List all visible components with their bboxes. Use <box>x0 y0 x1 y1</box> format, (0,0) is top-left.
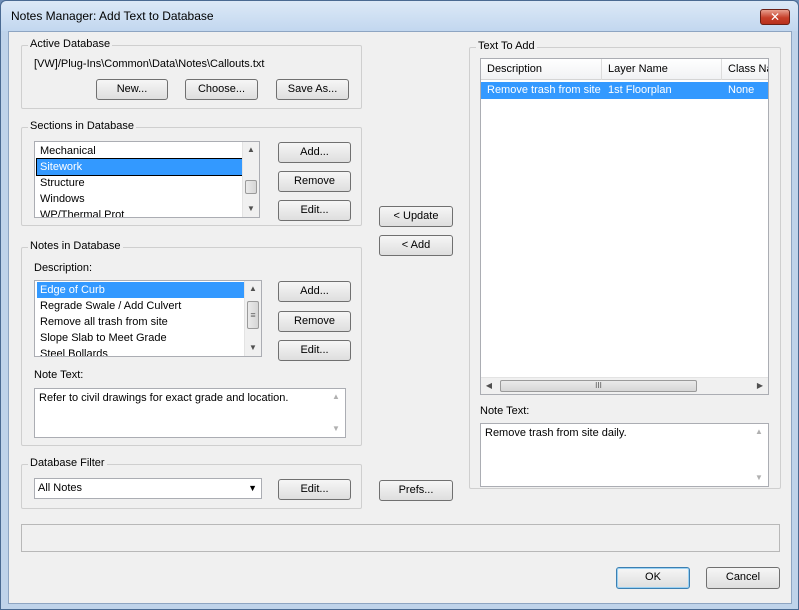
list-item[interactable]: Regrade Swale / Add Culvert <box>37 298 244 314</box>
list-item[interactable]: Slope Slab to Meet Grade <box>37 330 244 346</box>
database-filter-group: Database Filter All Notes ▼ Edit... <box>21 457 362 509</box>
text-to-add-note-value: Remove trash from site daily. <box>485 427 627 439</box>
list-item-selected[interactable]: Sitework <box>36 158 243 176</box>
column-header-class[interactable]: Class Na <box>722 59 768 80</box>
table-header: Description Layer Name Class Na <box>481 59 768 80</box>
active-database-title: Active Database <box>28 38 113 50</box>
notes-title: Notes in Database <box>28 240 123 252</box>
list-item[interactable]: Structure <box>37 175 242 191</box>
scroll-down-icon[interactable]: ▼ <box>245 340 261 356</box>
text-to-add-note-scrollbar[interactable]: ▲ ▼ <box>751 424 768 486</box>
sections-title: Sections in Database <box>28 120 136 132</box>
update-button[interactable]: < Update <box>379 206 453 227</box>
save-as-button[interactable]: Save As... <box>276 79 349 100</box>
new-database-button[interactable]: New... <box>96 79 168 100</box>
scroll-up-icon[interactable]: ▲ <box>245 281 261 297</box>
cancel-button[interactable]: Cancel <box>706 567 780 589</box>
list-item[interactable]: Mechanical <box>37 143 242 159</box>
cell-class: None <box>728 84 755 96</box>
scroll-thumb[interactable] <box>245 180 257 194</box>
filter-value: All Notes <box>38 482 83 494</box>
scroll-left-icon[interactable]: ◀ <box>481 378 497 394</box>
choose-database-button[interactable]: Choose... <box>185 79 258 100</box>
title-bar: Notes Manager: Add Text to Database ✕ <box>1 1 798 31</box>
list-item[interactable]: Steel Bollards <box>37 346 244 356</box>
add-note-button[interactable]: Add... <box>278 281 351 302</box>
text-to-add-group: Text To Add Description Layer Name Class… <box>469 40 781 489</box>
scroll-right-icon[interactable]: ▶ <box>752 378 768 394</box>
status-bar <box>21 524 780 552</box>
column-header-description[interactable]: Description <box>481 59 602 80</box>
active-database-group: Active Database [VW]/Plug-Ins\Common\Dat… <box>21 38 362 109</box>
sections-scrollbar[interactable]: ▲ ▼ <box>242 142 259 217</box>
list-item[interactable]: Remove all trash from site <box>37 314 244 330</box>
notes-scrollbar[interactable]: ▲ ≡ ▼ <box>244 281 261 356</box>
filter-dropdown[interactable]: All Notes ▼ <box>34 478 262 499</box>
scroll-up-icon[interactable]: ▲ <box>751 424 767 440</box>
remove-section-button[interactable]: Remove <box>278 171 351 192</box>
edit-note-button[interactable]: Edit... <box>278 340 351 361</box>
list-item-selected[interactable]: Edge of Curb <box>37 282 244 298</box>
note-text-value: Refer to civil drawings for exact grade … <box>39 392 289 404</box>
note-text-field[interactable]: Refer to civil drawings for exact grade … <box>34 388 346 438</box>
notes-group: Notes in Database Description: Edge of C… <box>21 240 362 446</box>
text-to-add-note-field[interactable]: Remove trash from site daily. ▲ ▼ <box>480 423 769 487</box>
ok-button[interactable]: OK <box>616 567 690 589</box>
add-to-list-button[interactable]: < Add <box>379 235 453 256</box>
notes-list[interactable]: Edge of Curb Regrade Swale / Add Culvert… <box>34 280 262 357</box>
list-item[interactable]: WP/Thermal Prot <box>37 207 242 217</box>
text-to-add-table[interactable]: Description Layer Name Class Na Remove t… <box>480 58 769 395</box>
prefs-button[interactable]: Prefs... <box>379 480 453 501</box>
grip-icon: III <box>595 381 602 390</box>
scroll-up-icon[interactable]: ▲ <box>328 389 344 405</box>
note-text-scrollbar[interactable]: ▲ ▼ <box>328 389 345 437</box>
edit-filter-button[interactable]: Edit... <box>278 479 351 500</box>
scroll-down-icon[interactable]: ▼ <box>243 201 259 217</box>
grip-icon: ≡ <box>250 310 256 320</box>
cell-layer: 1st Floorplan <box>608 84 672 96</box>
notes-manager-window: Notes Manager: Add Text to Database ✕ Ac… <box>0 0 799 610</box>
database-path: [VW]/Plug-Ins\Common\Data\Notes\Callouts… <box>34 58 265 70</box>
chevron-down-icon[interactable]: ▼ <box>248 479 257 498</box>
database-filter-title: Database Filter <box>28 457 107 469</box>
window-title: Notes Manager: Add Text to Database <box>11 9 214 23</box>
description-label: Description: <box>34 262 93 274</box>
note-text-label: Note Text: <box>34 369 84 381</box>
text-to-add-note-label: Note Text: <box>480 405 530 417</box>
cell-description: Remove trash from site <box>487 84 601 96</box>
scroll-thumb[interactable]: ≡ <box>247 301 259 329</box>
table-h-scrollbar[interactable]: ◀ III ▶ <box>481 377 768 394</box>
sections-group: Sections in Database Mechanical Sitework… <box>21 120 362 226</box>
table-row[interactable]: Remove trash from site 1st Floorplan Non… <box>481 82 768 99</box>
close-button[interactable]: ✕ <box>760 9 790 25</box>
add-section-button[interactable]: Add... <box>278 142 351 163</box>
sections-list[interactable]: Mechanical Sitework Structure Windows WP… <box>34 141 260 218</box>
scroll-up-icon[interactable]: ▲ <box>243 142 259 158</box>
close-icon: ✕ <box>769 10 781 24</box>
dialog-body: Active Database [VW]/Plug-Ins\Common\Dat… <box>8 31 792 604</box>
edit-section-button[interactable]: Edit... <box>278 200 351 221</box>
h-scroll-thumb[interactable]: III <box>500 380 697 392</box>
list-item[interactable]: Windows <box>37 191 242 207</box>
scroll-down-icon[interactable]: ▼ <box>328 421 344 437</box>
text-to-add-title: Text To Add <box>476 40 537 52</box>
remove-note-button[interactable]: Remove <box>278 311 351 332</box>
column-header-layer[interactable]: Layer Name <box>602 59 722 80</box>
scroll-down-icon[interactable]: ▼ <box>751 470 767 486</box>
